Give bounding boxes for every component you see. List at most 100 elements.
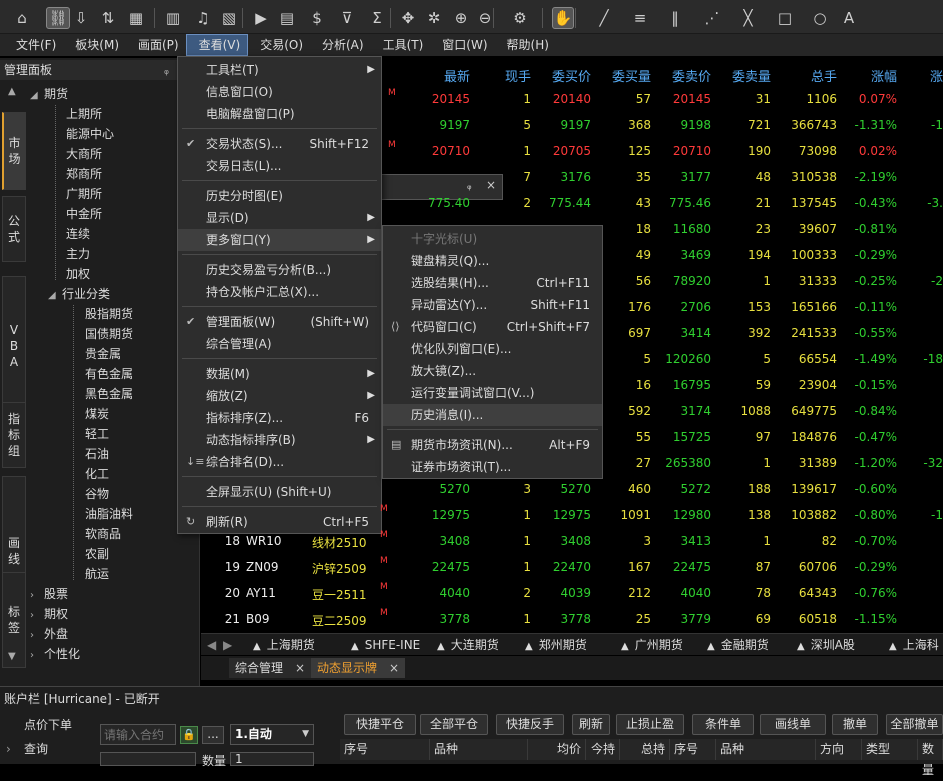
parallel-lines-icon[interactable]: ≡ bbox=[625, 7, 655, 29]
account-column-header[interactable]: 序号 bbox=[340, 739, 430, 760]
tree-item[interactable]: 石油 bbox=[85, 444, 109, 464]
account-column-header[interactable]: 均价 bbox=[528, 739, 586, 760]
column-header[interactable]: 委卖量 bbox=[711, 66, 771, 85]
more-menu-item[interactable]: 历史消息(I)... bbox=[383, 404, 602, 426]
tree-item[interactable]: 有色金属 bbox=[85, 364, 133, 384]
chevron-down-icon[interactable]: ◢ bbox=[48, 286, 62, 306]
settings-icon[interactable]: ⚙ bbox=[505, 7, 535, 29]
home-icon[interactable]: ⌂ bbox=[12, 7, 32, 29]
menu-7[interactable]: 窗口(W) bbox=[430, 34, 494, 56]
chevron-right-icon[interactable]: › bbox=[30, 626, 44, 646]
grid-icon[interactable]: ▦ bbox=[122, 7, 150, 29]
exchange-tab[interactable]: ▲ 大连期货 bbox=[437, 636, 499, 654]
tree-item[interactable]: 大商所 bbox=[66, 144, 102, 164]
line-icon[interactable]: ╱ bbox=[590, 7, 618, 29]
vtab-1[interactable]: 公式 bbox=[2, 196, 26, 262]
close-icon[interactable]: × bbox=[389, 661, 399, 675]
vtab-0[interactable]: 市场 bbox=[2, 112, 26, 190]
exchange-tab[interactable]: ▲ 上海科 bbox=[889, 636, 939, 654]
tree-item[interactable]: 油脂油料 bbox=[85, 504, 133, 524]
account-action-button[interactable]: 止损止盈 bbox=[616, 714, 684, 735]
more-menu-item[interactable]: 证券市场资讯(T)... bbox=[383, 456, 602, 478]
view-menu-item[interactable]: 指标排序(Z)... F6 bbox=[178, 407, 381, 429]
view-menu-item[interactable]: ✔ 管理面板(W) (Shift+W) bbox=[178, 311, 381, 333]
tree-item[interactable]: 黑色金属 bbox=[85, 384, 133, 404]
view-menu-item[interactable]: 综合管理(A) bbox=[178, 333, 381, 355]
download-icon[interactable]: ⇩ bbox=[70, 7, 92, 29]
account-column-header[interactable]: 方向 bbox=[816, 739, 862, 760]
fan-icon[interactable]: ⋰ bbox=[697, 7, 727, 29]
vertical-lines-icon[interactable]: ‖ bbox=[660, 7, 690, 29]
menu-5[interactable]: 分析(A) bbox=[310, 34, 371, 56]
exchange-tab[interactable]: ▲ 金融期货 bbox=[707, 636, 769, 654]
account-column-header[interactable]: 数量 bbox=[918, 739, 943, 777]
column-header[interactable]: 涨 bbox=[883, 66, 943, 85]
tree-item[interactable]: 郑商所 bbox=[66, 164, 102, 184]
account-column-header[interactable]: 总持 bbox=[620, 739, 670, 760]
tree-item[interactable]: › 外盘 bbox=[30, 624, 68, 644]
account-column-header[interactable]: 品种 bbox=[716, 739, 816, 760]
chevron-right-icon[interactable]: › bbox=[30, 606, 44, 626]
more-menu-item[interactable]: 优化队列窗口(E)... bbox=[383, 338, 602, 360]
view-menu-item[interactable]: 数据(M) ▶ bbox=[178, 363, 381, 385]
vtab-2[interactable]: VBA bbox=[2, 276, 26, 416]
more-menu-item[interactable]: 放大镜(Z)... bbox=[383, 360, 602, 382]
tree-futures[interactable]: ◢ 期货 bbox=[30, 84, 68, 104]
tree-item[interactable]: 化工 bbox=[85, 464, 109, 484]
scroll-up-icon[interactable]: ▲ bbox=[8, 86, 16, 97]
tree-item[interactable]: 煤炭 bbox=[85, 404, 109, 424]
cross-lines-icon[interactable]: ╳ bbox=[733, 7, 763, 29]
tab-scroll-left-icon[interactable]: ◀ bbox=[207, 636, 216, 654]
tree-item[interactable]: 股指期货 bbox=[85, 304, 133, 324]
account-column-header[interactable]: 品种 bbox=[430, 739, 528, 760]
account-column-header[interactable]: 序号 bbox=[670, 739, 716, 760]
account-action-button[interactable]: 全部撤单 bbox=[886, 714, 943, 735]
tree-item[interactable]: 中金所 bbox=[66, 204, 102, 224]
tree-item[interactable]: 航运 bbox=[85, 564, 109, 584]
tree-item[interactable]: 加权 bbox=[66, 264, 90, 284]
tree-item[interactable]: › 股票 bbox=[30, 584, 68, 604]
tree-item[interactable]: 贵金属 bbox=[85, 344, 121, 364]
tree-item[interactable]: 能源中心 bbox=[66, 124, 114, 144]
exchange-tab[interactable]: ▲ 上海期货 bbox=[253, 636, 315, 654]
more-menu-item[interactable]: ▤ 期货市场资讯(N)... Alt+F9 bbox=[383, 434, 602, 456]
view-menu-item[interactable]: ✔ 交易状态(S)... Shift+F12 bbox=[178, 133, 381, 155]
more-button[interactable]: ... bbox=[202, 726, 224, 744]
chevron-right-icon[interactable]: › bbox=[30, 586, 44, 606]
exchange-tab[interactable]: ▲ 郑州期货 bbox=[525, 636, 587, 654]
chevron-down-icon[interactable]: ◢ bbox=[30, 86, 44, 106]
exchange-tab[interactable]: ▲ SHFE-INE bbox=[351, 636, 420, 654]
account-action-button[interactable]: 刷新 bbox=[572, 714, 610, 735]
vtab-3[interactable]: 指标组 bbox=[2, 402, 26, 468]
tree-industry[interactable]: ◢ 行业分类 bbox=[48, 284, 110, 304]
menu-0[interactable]: 文件(F) bbox=[4, 34, 63, 56]
account-action-button[interactable]: 撤单 bbox=[832, 714, 878, 735]
account-action-button[interactable]: 全部平仓 bbox=[420, 714, 488, 735]
sort-icon[interactable]: ⇅ bbox=[97, 7, 119, 29]
more-menu-item[interactable]: ⟨⟩ 代码窗口(C) Ctrl+Shift+F7 bbox=[383, 316, 602, 338]
tree-item[interactable]: 谷物 bbox=[85, 484, 109, 504]
view-menu-item[interactable]: 电脑解盘窗口(P) bbox=[178, 103, 381, 125]
more-menu-item[interactable]: 异动雷达(Y)... Shift+F11 bbox=[383, 294, 602, 316]
view-menu-item[interactable]: 更多窗口(Y) ▶ bbox=[178, 229, 381, 251]
tree-item[interactable]: 连续 bbox=[66, 224, 90, 244]
column-header[interactable]: 委买价 bbox=[531, 66, 591, 85]
tree-item[interactable]: 广期所 bbox=[66, 184, 102, 204]
filter-icon[interactable]: ⊽ bbox=[336, 7, 358, 29]
more-menu-item[interactable]: 运行变量调试窗口(V...) bbox=[383, 382, 602, 404]
menu-2[interactable]: 画面(P) bbox=[126, 34, 186, 56]
view-menu-item[interactable]: 缩放(Z) ▶ bbox=[178, 385, 381, 407]
circle-icon[interactable]: ○ bbox=[806, 7, 834, 29]
account-column-header[interactable]: 今持 bbox=[586, 739, 620, 760]
window-tab[interactable]: 动态显示牌 × bbox=[311, 658, 406, 678]
menu-1[interactable]: 板块(M) bbox=[63, 34, 126, 56]
hand-icon[interactable]: ✋ bbox=[552, 7, 574, 29]
document-icon[interactable]: ▤ bbox=[276, 7, 298, 29]
view-menu-item[interactable]: 历史分时图(E) bbox=[178, 185, 381, 207]
zoom-in-icon[interactable]: ⊕ bbox=[450, 7, 472, 29]
account-nav-item[interactable]: › 查询 bbox=[6, 740, 48, 757]
tab-scroll-right-icon[interactable]: ▶ bbox=[223, 636, 232, 654]
tree-item[interactable]: 上期所 bbox=[66, 104, 102, 124]
lock-icon[interactable]: 🔒 bbox=[180, 726, 198, 744]
pin-icon[interactable]: ᵩ bbox=[164, 60, 169, 80]
